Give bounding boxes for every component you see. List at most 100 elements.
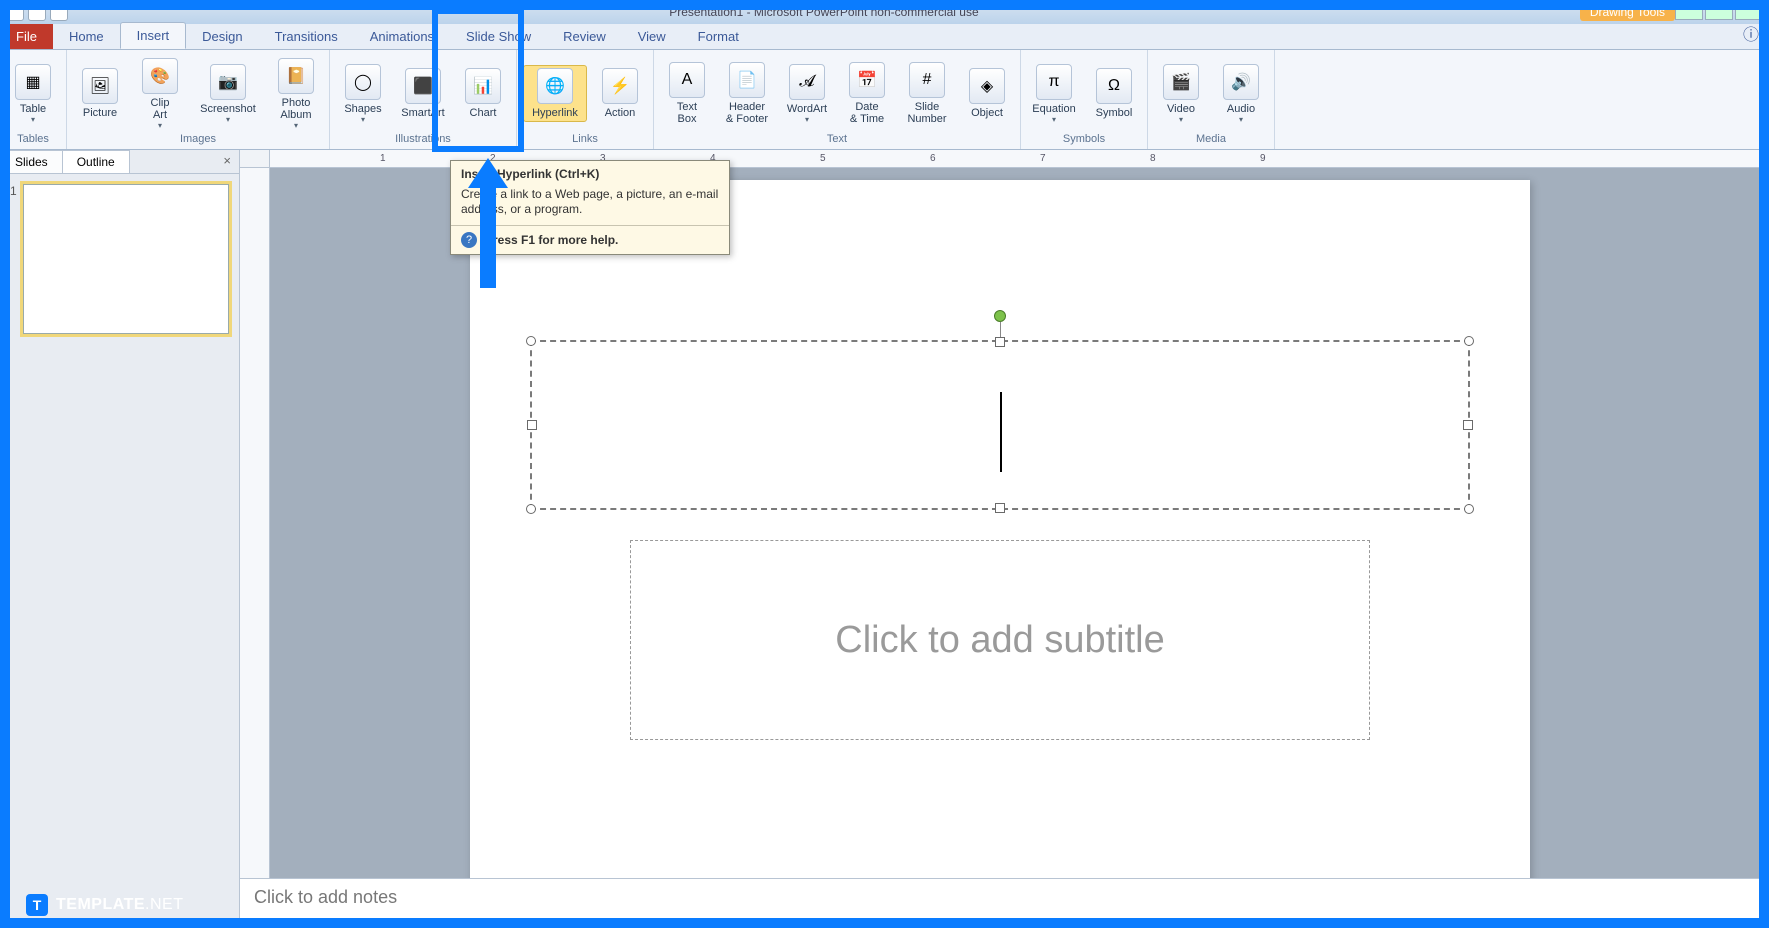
- slides-panel: Slides Outline × 1: [0, 150, 240, 928]
- wordart-button[interactable]: 𝓐WordArt▾: [780, 61, 834, 127]
- photoalbum-button[interactable]: 📔Photo Album▾: [269, 55, 323, 133]
- resize-handle-br[interactable]: [1464, 504, 1474, 514]
- resize-handle-bl[interactable]: [526, 504, 536, 514]
- group-illustrations: ◯Shapes▾ ⬛SmartArt 📊Chart Illustrations: [330, 50, 517, 149]
- ribbon: ▦ Table ▾ Tables 🖼Picture 🎨Clip Art▾ 📷Sc…: [0, 50, 1769, 150]
- notes-placeholder: Click to add notes: [254, 887, 397, 907]
- video-button[interactable]: 🎬Video▾: [1154, 61, 1208, 127]
- slides-panel-tabs: Slides Outline ×: [0, 150, 239, 174]
- maximize-button[interactable]: [1705, 4, 1733, 20]
- object-button[interactable]: ◈Object: [960, 65, 1014, 122]
- action-icon: ⚡: [602, 68, 638, 104]
- tooltip-title: Insert Hyperlink (Ctrl+K): [451, 161, 729, 183]
- picture-icon: 🖼: [82, 68, 118, 104]
- shapes-button[interactable]: ◯Shapes▾: [336, 61, 390, 127]
- ribbon-help-icon[interactable]: ⓘ: [1733, 17, 1769, 49]
- smartart-button[interactable]: ⬛SmartArt: [396, 65, 450, 122]
- tab-review[interactable]: Review: [547, 24, 622, 49]
- tab-insert[interactable]: Insert: [120, 22, 187, 49]
- chevron-down-icon: ▾: [31, 115, 35, 124]
- text-cursor: [1000, 392, 1002, 472]
- context-tab-drawing-tools[interactable]: Drawing Tools: [1580, 3, 1675, 21]
- header-footer-button[interactable]: 📄Header & Footer: [720, 59, 774, 128]
- audio-button[interactable]: 🔊Audio▾: [1214, 61, 1268, 127]
- group-symbols: πEquation▾ ΩSymbol Symbols: [1021, 50, 1148, 149]
- group-media: 🎬Video▾ 🔊Audio▾ Media: [1148, 50, 1275, 149]
- tooltip-footer: ? Press F1 for more help.: [451, 225, 729, 254]
- group-text: AText Box 📄Header & Footer 𝓐WordArt▾ 📅Da…: [654, 50, 1021, 149]
- action-button[interactable]: ⚡Action: [593, 65, 647, 122]
- workspace: Slides Outline × 1 1 2 3 4 5 6 7 8 9: [0, 150, 1769, 928]
- clipart-icon: 🎨: [142, 58, 178, 94]
- object-icon: ◈: [969, 68, 1005, 104]
- minimize-button[interactable]: [1675, 4, 1703, 20]
- quick-access-toolbar: [6, 3, 68, 21]
- slide-thumbnail-item[interactable]: 1: [10, 184, 229, 334]
- vertical-ruler[interactable]: [240, 168, 270, 928]
- subtitle-placeholder[interactable]: Click to add subtitle: [630, 540, 1370, 740]
- window-title: Presentation1 - Microsoft PowerPoint non…: [68, 5, 1580, 19]
- resize-handle-bm[interactable]: [995, 503, 1005, 513]
- slide-editor: 1 2 3 4 5 6 7 8 9: [240, 150, 1769, 928]
- redo-icon[interactable]: [50, 3, 68, 21]
- resize-handle-tl[interactable]: [526, 336, 536, 346]
- slide-thumbnail[interactable]: [23, 184, 229, 334]
- outline-tab[interactable]: Outline: [62, 150, 130, 173]
- tab-transitions[interactable]: Transitions: [259, 24, 354, 49]
- tooltip-help-text: Press F1 for more help.: [485, 233, 618, 247]
- slidenumber-icon: #: [909, 62, 945, 98]
- help-icon: ?: [461, 232, 477, 248]
- chart-button[interactable]: 📊Chart: [456, 65, 510, 122]
- rotate-handle[interactable]: [994, 310, 1006, 322]
- screenshot-icon: 📷: [210, 64, 246, 100]
- undo-icon[interactable]: [28, 3, 46, 21]
- tooltip-body: Create a link to a Web page, a picture, …: [451, 183, 729, 225]
- panel-close-icon[interactable]: ×: [215, 150, 239, 173]
- clipart-button[interactable]: 🎨Clip Art▾: [133, 55, 187, 133]
- hyperlink-button[interactable]: 🌐Hyperlink: [523, 65, 587, 122]
- tab-animations[interactable]: Animations: [354, 24, 450, 49]
- table-button[interactable]: ▦ Table ▾: [6, 61, 60, 127]
- video-icon: 🎬: [1163, 64, 1199, 100]
- tab-home[interactable]: Home: [53, 24, 120, 49]
- symbol-button[interactable]: ΩSymbol: [1087, 65, 1141, 122]
- picture-button[interactable]: 🖼Picture: [73, 65, 127, 122]
- slide-number: 1: [10, 184, 17, 334]
- datetime-button[interactable]: 📅Date & Time: [840, 59, 894, 128]
- tab-view[interactable]: View: [622, 24, 682, 49]
- title-placeholder[interactable]: [530, 340, 1470, 510]
- datetime-icon: 📅: [849, 62, 885, 98]
- watermark: T TEMPLATE.NET: [26, 894, 183, 916]
- group-images: 🖼Picture 🎨Clip Art▾ 📷Screenshot▾ 📔Photo …: [67, 50, 330, 149]
- tab-design[interactable]: Design: [186, 24, 258, 49]
- resize-handle-mr[interactable]: [1463, 420, 1473, 430]
- subtitle-placeholder-text: Click to add subtitle: [835, 619, 1165, 662]
- equation-button[interactable]: πEquation▾: [1027, 61, 1081, 127]
- chart-icon: 📊: [465, 68, 501, 104]
- ruler-corner[interactable]: [240, 150, 270, 168]
- header-footer-icon: 📄: [729, 62, 765, 98]
- textbox-button[interactable]: AText Box: [660, 59, 714, 128]
- resize-handle-ml[interactable]: [527, 420, 537, 430]
- audio-icon: 🔊: [1223, 64, 1259, 100]
- tab-file[interactable]: File: [0, 24, 53, 49]
- hyperlink-tooltip: Insert Hyperlink (Ctrl+K) Create a link …: [450, 160, 730, 255]
- screenshot-button[interactable]: 📷Screenshot▾: [193, 61, 263, 127]
- symbol-icon: Ω: [1096, 68, 1132, 104]
- photoalbum-icon: 📔: [278, 58, 314, 94]
- slidenumber-button[interactable]: #Slide Number: [900, 59, 954, 128]
- tab-format[interactable]: Format: [682, 24, 755, 49]
- save-icon[interactable]: [6, 3, 24, 21]
- slides-tab[interactable]: Slides: [0, 150, 63, 173]
- group-tables: ▦ Table ▾ Tables: [0, 50, 67, 149]
- resize-handle-tr[interactable]: [1464, 336, 1474, 346]
- tab-slideshow[interactable]: Slide Show: [450, 24, 547, 49]
- slide-canvas[interactable]: Click to add subtitle: [470, 180, 1530, 920]
- table-icon: ▦: [15, 64, 51, 100]
- hyperlink-icon: 🌐: [537, 68, 573, 104]
- wordart-icon: 𝓐: [789, 64, 825, 100]
- smartart-icon: ⬛: [405, 68, 441, 104]
- notes-pane[interactable]: Click to add notes: [240, 878, 1769, 918]
- watermark-icon: T: [26, 894, 48, 916]
- resize-handle-tm[interactable]: [995, 337, 1005, 347]
